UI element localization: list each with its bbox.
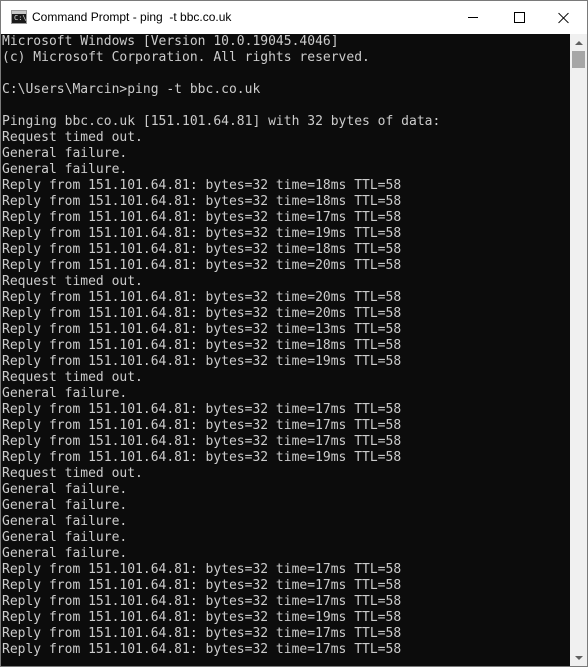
scrollbar-thumb[interactable] — [572, 51, 585, 68]
console-line: Reply from 151.101.64.81: bytes=32 time=… — [2, 418, 402, 433]
console-line: Reply from 151.101.64.81: bytes=32 time=… — [2, 434, 402, 449]
scroll-down-arrow-icon — [574, 655, 583, 660]
window-title: Command Prompt - ping -t bbc.co.uk — [32, 10, 232, 24]
console-line: Reply from 151.101.64.81: bytes=32 time=… — [2, 210, 402, 225]
console-line: Microsoft Windows [Version 10.0.19045.40… — [2, 34, 339, 49]
console-line: Reply from 151.101.64.81: bytes=32 time=… — [2, 626, 402, 641]
title-bar[interactable]: C:\ Command Prompt - ping -t bbc.co.uk — [1, 1, 587, 34]
console-line: C:\Users\Marcin>ping -t bbc.co.uk — [2, 82, 261, 97]
minimize-icon — [468, 17, 478, 18]
console-line: Reply from 151.101.64.81: bytes=32 time=… — [2, 402, 402, 417]
console-line: Reply from 151.101.64.81: bytes=32 time=… — [2, 610, 402, 625]
console-line: General failure. — [2, 146, 128, 161]
scroll-up-arrow-icon — [574, 40, 583, 45]
console-line: General failure. — [2, 386, 128, 401]
console-line: General failure. — [2, 514, 128, 529]
console-line: Reply from 151.101.64.81: bytes=32 time=… — [2, 322, 402, 337]
console-line: Reply from 151.101.64.81: bytes=32 time=… — [2, 290, 402, 305]
scroll-down-button[interactable] — [570, 649, 587, 666]
cmd-icon[interactable]: C:\ — [11, 10, 27, 24]
console-line: General failure. — [2, 498, 128, 513]
console-line: Request timed out. — [2, 274, 143, 289]
console-line: Reply from 151.101.64.81: bytes=32 time=… — [2, 242, 402, 257]
console-line: General failure. — [2, 162, 128, 177]
scroll-up-button[interactable] — [570, 34, 587, 51]
console-line: Reply from 151.101.64.81: bytes=32 time=… — [2, 450, 402, 465]
console-line: Pinging bbc.co.uk [151.101.64.81] with 3… — [2, 114, 441, 129]
console-lines: Microsoft Windows [Version 10.0.19045.40… — [1, 34, 570, 658]
close-icon — [558, 12, 570, 24]
console-line: Reply from 151.101.64.81: bytes=32 time=… — [2, 258, 402, 273]
console-line: Reply from 151.101.64.81: bytes=32 time=… — [2, 338, 402, 353]
vertical-scrollbar[interactable] — [570, 34, 587, 666]
minimize-button[interactable] — [450, 1, 496, 34]
maximize-button[interactable] — [496, 1, 542, 34]
console-line: Reply from 151.101.64.81: bytes=32 time=… — [2, 194, 402, 209]
console-line: General failure. — [2, 530, 128, 545]
console-line: General failure. — [2, 546, 128, 561]
console-line: Reply from 151.101.64.81: bytes=32 time=… — [2, 594, 402, 609]
console-line: Reply from 151.101.64.81: bytes=32 time=… — [2, 306, 402, 321]
maximize-icon — [513, 12, 525, 23]
console-line: Reply from 151.101.64.81: bytes=32 time=… — [2, 354, 402, 369]
console-line: Reply from 151.101.64.81: bytes=32 time=… — [2, 578, 402, 593]
cmd-icon-prompt: C:\ — [14, 14, 27, 22]
close-button[interactable] — [541, 1, 587, 34]
console-line: Request timed out. — [2, 466, 143, 481]
console-line: Request timed out. — [2, 130, 143, 145]
console-line: Reply from 151.101.64.81: bytes=32 time=… — [2, 642, 402, 657]
console-line: (c) Microsoft Corporation. All rights re… — [2, 50, 370, 65]
command-prompt-window: C:\ Command Prompt - ping -t bbc.co.uk M… — [0, 0, 588, 667]
console-line: Reply from 151.101.64.81: bytes=32 time=… — [2, 562, 402, 577]
console-output[interactable]: Microsoft Windows [Version 10.0.19045.40… — [1, 34, 570, 666]
console-line: General failure. — [2, 482, 128, 497]
console-line: Request timed out. — [2, 370, 143, 385]
console-line: Reply from 151.101.64.81: bytes=32 time=… — [2, 178, 402, 193]
console-line: Reply from 151.101.64.81: bytes=32 time=… — [2, 226, 402, 241]
